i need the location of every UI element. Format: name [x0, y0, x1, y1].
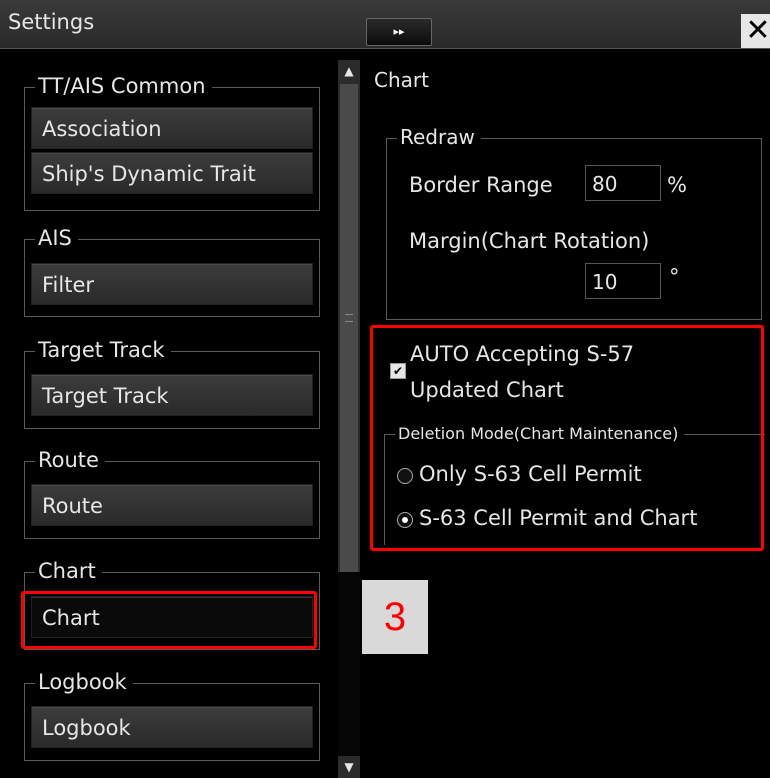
ships-dynamic-trait-button[interactable]: Ship's Dynamic Trait	[31, 152, 313, 194]
border-range-input[interactable]: 80	[585, 165, 661, 201]
close-icon[interactable]: ✕	[741, 14, 770, 48]
association-button[interactable]: Association	[31, 107, 313, 149]
group-tt-ais-common: TT/AIS Common Association Ship's Dynamic…	[24, 74, 320, 211]
target-track-button[interactable]: Target Track	[31, 374, 313, 416]
group-legend: Logbook	[35, 670, 133, 694]
panel-title: Chart	[374, 68, 429, 92]
filter-button[interactable]: Filter	[31, 263, 313, 305]
scroll-track[interactable]	[338, 572, 360, 756]
group-route: Route Route	[24, 448, 320, 539]
group-logbook: Logbook Logbook	[24, 670, 320, 761]
border-range-unit: %	[667, 173, 687, 197]
step-callout: 3	[362, 580, 428, 654]
settings-window: Settings ▸▸ ✕ TT/AIS Common Association …	[0, 0, 770, 778]
scroll-up-icon[interactable]: ▲	[338, 60, 360, 82]
group-legend: Chart	[35, 559, 102, 583]
redraw-group: Redraw Border Range 80 % Margin(Chart Ro…	[386, 125, 762, 320]
route-button[interactable]: Route	[31, 484, 313, 526]
group-legend: Redraw	[397, 125, 481, 149]
group-legend: AIS	[35, 226, 78, 250]
margin-input[interactable]: 10	[585, 263, 661, 299]
sidebar-scrollbar[interactable]: ▲ ▼	[338, 60, 360, 778]
margin-unit: °	[669, 265, 680, 289]
logbook-button[interactable]: Logbook	[31, 706, 313, 748]
group-legend: TT/AIS Common	[35, 74, 212, 98]
scroll-down-icon[interactable]: ▼	[338, 756, 360, 778]
group-target-track: Target Track Target Track	[24, 338, 320, 429]
margin-label: Margin(Chart Rotation)	[409, 229, 650, 253]
group-legend: Route	[35, 448, 105, 472]
chart-button-highlight	[21, 591, 317, 649]
group-legend: Target Track	[35, 338, 171, 362]
grip-icon	[345, 314, 353, 322]
window-title: Settings	[8, 10, 95, 34]
settings-category-list: TT/AIS Common Association Ship's Dynamic…	[0, 49, 340, 778]
group-ais: AIS Filter	[24, 226, 320, 317]
auto-accept-highlight	[370, 325, 764, 551]
title-bar: Settings ▸▸ ✕	[0, 0, 770, 49]
scroll-thumb[interactable]	[340, 84, 358, 572]
expand-button[interactable]: ▸▸	[366, 18, 432, 46]
border-range-label: Border Range	[409, 173, 553, 197]
